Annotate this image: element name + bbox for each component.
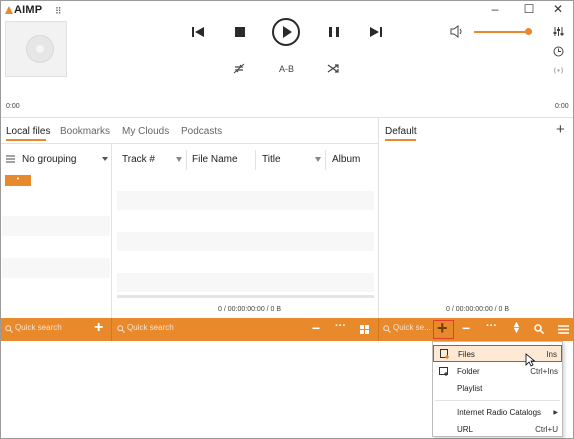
filter-icon[interactable] bbox=[176, 157, 182, 162]
remove-playlist-item-button[interactable]: − bbox=[462, 320, 470, 336]
menu-icon[interactable] bbox=[6, 155, 15, 163]
menu-item-url[interactable]: URL Ctrl+U bbox=[433, 421, 562, 438]
column-file-name[interactable]: File Name bbox=[192, 154, 238, 165]
table-row bbox=[117, 191, 374, 210]
active-tab-indicator bbox=[6, 139, 46, 141]
play-icon[interactable] bbox=[271, 17, 301, 47]
album-cover bbox=[5, 21, 67, 77]
menu-separator bbox=[435, 400, 560, 401]
speaker-icon[interactable] bbox=[450, 25, 464, 38]
divider bbox=[1, 117, 573, 118]
search-icon bbox=[383, 325, 391, 333]
search-icon bbox=[117, 325, 125, 333]
table-row bbox=[117, 273, 374, 292]
tab-default-playlist[interactable]: Default bbox=[385, 126, 417, 137]
add-folder-icon bbox=[439, 367, 448, 376]
column-title[interactable]: Title bbox=[262, 154, 281, 165]
search-icon[interactable] bbox=[534, 324, 544, 334]
panel-splitter[interactable] bbox=[378, 117, 379, 318]
maximize-button[interactable]: ☐ bbox=[522, 2, 536, 16]
chevron-down-icon[interactable] bbox=[102, 157, 108, 161]
tab-local-files[interactable]: Local files bbox=[6, 126, 50, 137]
search-input-files[interactable]: Quick search bbox=[127, 323, 174, 332]
shuffle-icon[interactable] bbox=[327, 63, 339, 74]
library-status: 0 / 00:00:00:00 / 0 B bbox=[218, 306, 282, 313]
column-divider bbox=[325, 150, 326, 170]
search-input-groups[interactable]: Quick search bbox=[15, 323, 62, 332]
column-divider bbox=[186, 150, 187, 170]
search-icon bbox=[5, 325, 13, 333]
next-track-icon[interactable] bbox=[369, 26, 383, 38]
stop-icon[interactable] bbox=[234, 26, 246, 38]
column-album[interactable]: Album bbox=[332, 154, 360, 165]
search-input-playlist[interactable]: Quick se... bbox=[393, 323, 431, 332]
filter-icon[interactable] bbox=[315, 157, 321, 162]
add-files-button[interactable]: + bbox=[433, 318, 454, 339]
close-button[interactable]: ✕ bbox=[551, 2, 565, 16]
mouse-cursor-icon bbox=[525, 353, 535, 367]
total-time: 0:00 bbox=[555, 103, 569, 110]
tab-bookmarks[interactable]: Bookmarks bbox=[60, 126, 110, 137]
pause-icon[interactable] bbox=[328, 26, 340, 38]
group-item[interactable]: • bbox=[5, 175, 31, 186]
ab-repeat-button[interactable]: A-B bbox=[279, 64, 294, 74]
list-row bbox=[2, 216, 110, 236]
toolbar-separator bbox=[378, 318, 379, 341]
toolbar-separator bbox=[111, 318, 112, 341]
grouping-splitter[interactable] bbox=[111, 143, 112, 318]
column-track-number[interactable]: Track # bbox=[122, 154, 155, 165]
add-group-button[interactable]: + bbox=[94, 319, 103, 337]
menu-item-folder[interactable]: Folder Ctrl+Ins bbox=[433, 363, 562, 380]
volume-slider[interactable] bbox=[474, 31, 532, 33]
active-playlist-indicator bbox=[385, 139, 416, 141]
submenu-arrow-icon: ▶ bbox=[553, 410, 558, 416]
disc-icon bbox=[26, 35, 54, 63]
equalizer-icon[interactable] bbox=[553, 26, 564, 37]
elapsed-time: 0:00 bbox=[6, 103, 20, 110]
view-grid-icon[interactable] bbox=[360, 325, 369, 334]
menu-item-files[interactable]: Files Ins bbox=[433, 345, 562, 362]
minimize-button[interactable]: ‒ bbox=[488, 2, 502, 16]
app-logo: AIMP bbox=[5, 4, 42, 16]
horizontal-scrollbar[interactable] bbox=[117, 295, 374, 298]
radio-broadcast-icon[interactable] bbox=[552, 65, 565, 76]
menu-icon[interactable] bbox=[558, 325, 569, 334]
playlist-status: 0 / 00:00:00:00 / 0 B bbox=[446, 306, 510, 313]
sort-icon[interactable]: ▲ ▼ bbox=[512, 320, 521, 335]
add-file-icon bbox=[440, 349, 449, 359]
menu-item-internet-radio-catalogs[interactable]: Internet Radio Catalogs ▶ bbox=[433, 404, 562, 421]
volume-knob[interactable] bbox=[525, 28, 532, 35]
list-row bbox=[2, 258, 110, 278]
previous-track-icon[interactable] bbox=[191, 26, 205, 38]
add-playlist-button[interactable]: + bbox=[556, 121, 565, 138]
grouping-selector[interactable]: No grouping bbox=[22, 154, 76, 165]
divider bbox=[1, 143, 378, 144]
tab-podcasts[interactable]: Podcasts bbox=[181, 126, 222, 137]
more-icon[interactable]: ··· bbox=[335, 320, 346, 332]
repeat-off-icon[interactable] bbox=[233, 63, 245, 74]
menu-item-playlist[interactable]: Playlist bbox=[433, 380, 562, 397]
plus-icon: + bbox=[437, 318, 448, 338]
scheduler-icon[interactable] bbox=[553, 46, 564, 57]
more-icon[interactable]: ··· bbox=[486, 320, 497, 332]
add-context-menu: Files Ins Folder Ctrl+Ins Playlist Inter… bbox=[432, 341, 563, 437]
tab-my-clouds[interactable]: My Clouds bbox=[122, 126, 169, 137]
remove-button[interactable]: − bbox=[312, 320, 320, 336]
grip-icon[interactable]: ⠿ bbox=[55, 6, 62, 17]
column-divider bbox=[255, 150, 256, 170]
table-row bbox=[117, 232, 374, 251]
